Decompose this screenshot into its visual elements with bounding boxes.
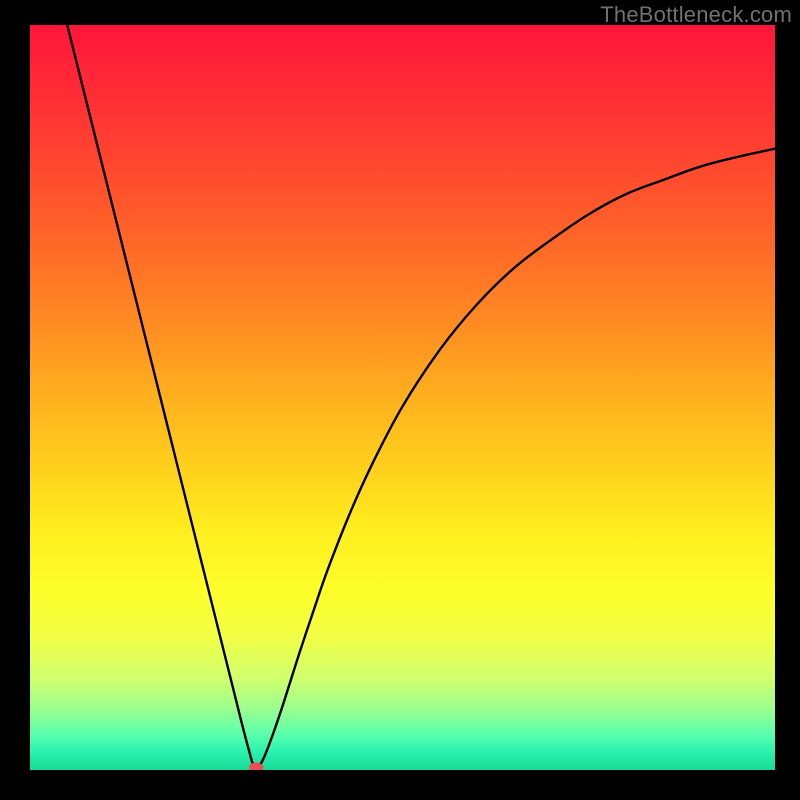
watermark-label: TheBottleneck.com [600, 2, 792, 28]
plot-area [30, 25, 775, 770]
plot-svg [30, 25, 775, 770]
gradient-background [30, 25, 775, 770]
chart-frame: TheBottleneck.com [0, 0, 800, 800]
